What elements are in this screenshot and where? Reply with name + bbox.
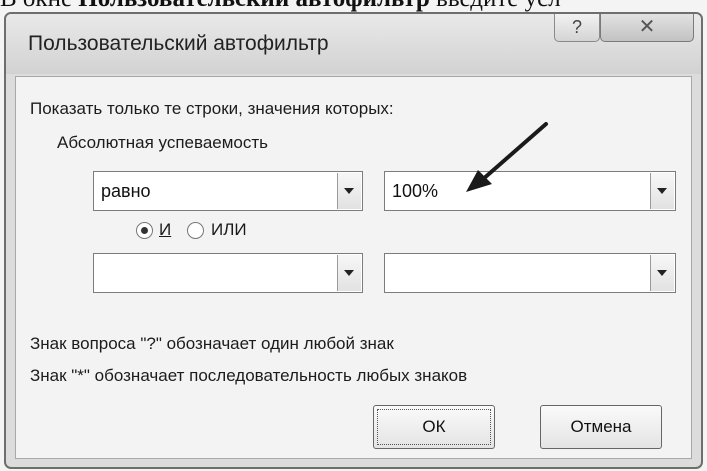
hint-question-mark: Знак вопроса "?" обозначает один любой з… bbox=[30, 334, 394, 353]
field-name-label: Абсолютная успеваемость bbox=[57, 133, 269, 152]
hint-asterisk: Знак "*" обозначает последовательность л… bbox=[30, 366, 468, 385]
condition2-operator-select[interactable] bbox=[93, 253, 363, 293]
chevron-down-icon[interactable] bbox=[337, 173, 361, 209]
chevron-down-icon[interactable] bbox=[337, 255, 361, 291]
condition1-value: 100% bbox=[392, 181, 439, 201]
help-button[interactable]: ? bbox=[554, 14, 600, 42]
and-radio[interactable] bbox=[136, 222, 153, 239]
condition2-value-combo[interactable] bbox=[384, 253, 676, 293]
condition1-value-combo[interactable]: 100% bbox=[384, 171, 676, 211]
ok-button[interactable]: ОК bbox=[373, 405, 495, 449]
or-radio-label[interactable]: ИЛИ bbox=[211, 220, 247, 240]
close-button[interactable]: ✕ bbox=[600, 14, 694, 42]
dialog-title: Пользовательский автофильтр bbox=[28, 32, 329, 55]
title-bar: Пользовательский автофильтр ? ✕ bbox=[6, 14, 701, 74]
chevron-down-icon[interactable] bbox=[650, 255, 674, 291]
custom-autofilter-dialog: Пользовательский автофильтр ? ✕ Показать… bbox=[4, 12, 703, 469]
or-radio[interactable] bbox=[187, 222, 204, 239]
condition1-operator-value: равно bbox=[101, 181, 151, 201]
instruction-text: Показать только те строки, значения кото… bbox=[30, 99, 394, 118]
and-radio-label[interactable]: И bbox=[159, 220, 171, 240]
cancel-button[interactable]: Отмена bbox=[540, 405, 662, 449]
dialog-content: Показать только те строки, значения кото… bbox=[15, 76, 692, 459]
chevron-down-icon[interactable] bbox=[650, 173, 674, 209]
page-header-text: В окне Пользовательский автофильтр введи… bbox=[0, 0, 707, 12]
condition1-operator-select[interactable]: равно bbox=[93, 171, 363, 211]
